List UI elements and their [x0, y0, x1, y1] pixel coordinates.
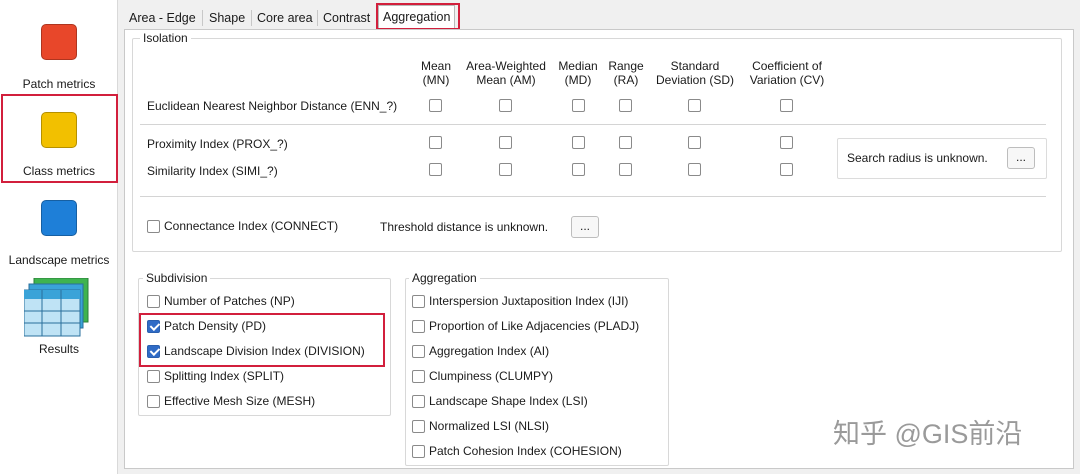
tab-contrast[interactable]: Contrast: [319, 8, 374, 30]
search-radius-button[interactable]: ...: [1007, 147, 1035, 169]
nav-landscape-metrics[interactable]: Landscape metrics: [0, 186, 118, 276]
option-label: Proportion of Like Adjacencies (PLADJ): [429, 319, 640, 333]
option-label: Landscape Division Index (DIVISION): [164, 344, 365, 358]
row-label-simi: Similarity Index (SIMI_?): [147, 164, 278, 178]
simi-ra-checkbox[interactable]: [619, 163, 632, 176]
lsi-checkbox[interactable]: [412, 394, 425, 408]
results-table-icon: [24, 278, 89, 337]
prox-md-checkbox[interactable]: [572, 136, 585, 149]
iji-checkbox[interactable]: [412, 294, 425, 308]
subdivision-title: Subdivision: [143, 271, 211, 285]
tab-shape[interactable]: Shape: [205, 8, 249, 30]
nav-results[interactable]: Results: [0, 272, 118, 362]
enn-md-checkbox[interactable]: [572, 99, 585, 112]
col-mean: Mean (MN): [420, 59, 452, 87]
prox-mn-checkbox[interactable]: [429, 136, 442, 149]
row-label-prox: Proximity Index (PROX_?): [147, 137, 288, 151]
option-label: Interspersion Juxtaposition Index (IJI): [429, 294, 629, 308]
np-checkbox[interactable]: [147, 294, 160, 308]
division-option[interactable]: Landscape Division Index (DIVISION): [147, 344, 365, 358]
enn-sd-checkbox[interactable]: [688, 99, 701, 112]
pladj-option[interactable]: Proportion of Like Adjacencies (PLADJ): [412, 319, 639, 333]
threshold-text: Threshold distance is unknown.: [380, 220, 549, 234]
cohesion-checkbox[interactable]: [412, 444, 425, 458]
option-label: Landscape Shape Index (LSI): [429, 394, 588, 408]
pladj-checkbox[interactable]: [412, 319, 425, 333]
row-label-enn: Euclidean Nearest Neighbor Distance (ENN…: [147, 99, 398, 113]
connectance-checkbox[interactable]: [147, 219, 160, 233]
isolation-title: Isolation: [140, 31, 191, 45]
connectance-label: Connectance Index (CONNECT): [164, 219, 339, 233]
option-label: Patch Density (PD): [164, 319, 267, 333]
nav-label: Results: [38, 342, 79, 356]
option-label: Splitting Index (SPLIT): [164, 369, 285, 383]
split-checkbox[interactable]: [147, 369, 160, 383]
divider: [140, 124, 1046, 125]
enn-cv-checkbox[interactable]: [780, 99, 793, 112]
enn-mn-checkbox[interactable]: [429, 99, 442, 112]
mesh-checkbox[interactable]: [147, 394, 160, 408]
simi-mn-checkbox[interactable]: [429, 163, 442, 176]
landscape-metrics-icon: [41, 200, 77, 236]
option-label: Normalized LSI (NLSI): [429, 419, 550, 433]
nlsi-checkbox[interactable]: [412, 419, 425, 433]
simi-am-checkbox[interactable]: [499, 163, 512, 176]
patch-metrics-icon: [41, 24, 77, 60]
search-radius-text: Search radius is unknown.: [847, 151, 988, 165]
option-label: Aggregation Index (AI): [429, 344, 550, 358]
option-label: Number of Patches (NP): [164, 294, 295, 308]
prox-sd-checkbox[interactable]: [688, 136, 701, 149]
class-metrics-icon: [41, 112, 77, 148]
option-label: Patch Cohesion Index (COHESION): [429, 444, 622, 458]
nav-label: Patch metrics: [22, 77, 96, 91]
nav-label: Landscape metrics: [8, 253, 110, 267]
tab-area-edge[interactable]: Area - Edge: [125, 8, 200, 30]
simi-cv-checkbox[interactable]: [780, 163, 793, 176]
tab-core-area[interactable]: Core area: [253, 8, 317, 30]
nav-class-metrics[interactable]: Class metrics: [0, 96, 118, 186]
col-median: Median (MD): [558, 59, 598, 87]
watermark: 知乎 @GIS前沿: [833, 419, 1023, 449]
pd-checkbox[interactable]: [147, 319, 160, 333]
simi-md-checkbox[interactable]: [572, 163, 585, 176]
ai-checkbox[interactable]: [412, 344, 425, 358]
col-standard-deviation: Standard Deviation (SD): [655, 59, 735, 87]
connectance-option[interactable]: Connectance Index (CONNECT): [147, 219, 338, 233]
clumpy-checkbox[interactable]: [412, 369, 425, 383]
ai-option[interactable]: Aggregation Index (AI): [412, 344, 549, 358]
np-option[interactable]: Number of Patches (NP): [147, 294, 295, 308]
iji-option[interactable]: Interspersion Juxtaposition Index (IJI): [412, 294, 628, 308]
col-coefficient-of-variation: Coefficient of Variation (CV): [749, 59, 825, 87]
tab-aggregation[interactable]: Aggregation: [378, 5, 456, 30]
prox-ra-checkbox[interactable]: [619, 136, 632, 149]
lsi-option[interactable]: Landscape Shape Index (LSI): [412, 394, 588, 408]
clumpy-option[interactable]: Clumpiness (CLUMPY): [412, 369, 553, 383]
col-area-weighted-mean: Area-Weighted Mean (AM): [466, 59, 546, 87]
nav-label: Class metrics: [22, 164, 95, 178]
mesh-option[interactable]: Effective Mesh Size (MESH): [147, 394, 315, 408]
nav-patch-metrics[interactable]: Patch metrics: [0, 10, 118, 100]
prox-am-checkbox[interactable]: [499, 136, 512, 149]
threshold-button[interactable]: ...: [571, 216, 599, 238]
divider: [140, 196, 1046, 197]
enn-ra-checkbox[interactable]: [619, 99, 632, 112]
option-label: Clumpiness (CLUMPY): [429, 369, 554, 383]
split-option[interactable]: Splitting Index (SPLIT): [147, 369, 284, 383]
option-label: Effective Mesh Size (MESH): [164, 394, 316, 408]
cohesion-option[interactable]: Patch Cohesion Index (COHESION): [412, 444, 622, 458]
col-range: Range (RA): [608, 59, 644, 87]
simi-sd-checkbox[interactable]: [688, 163, 701, 176]
pd-option[interactable]: Patch Density (PD): [147, 319, 266, 333]
division-checkbox[interactable]: [147, 344, 160, 358]
enn-am-checkbox[interactable]: [499, 99, 512, 112]
prox-cv-checkbox[interactable]: [780, 136, 793, 149]
aggregation-title: Aggregation: [409, 271, 480, 285]
sidebar: Patch metrics Class metrics Landscape me…: [0, 0, 118, 474]
nlsi-option[interactable]: Normalized LSI (NLSI): [412, 419, 549, 433]
